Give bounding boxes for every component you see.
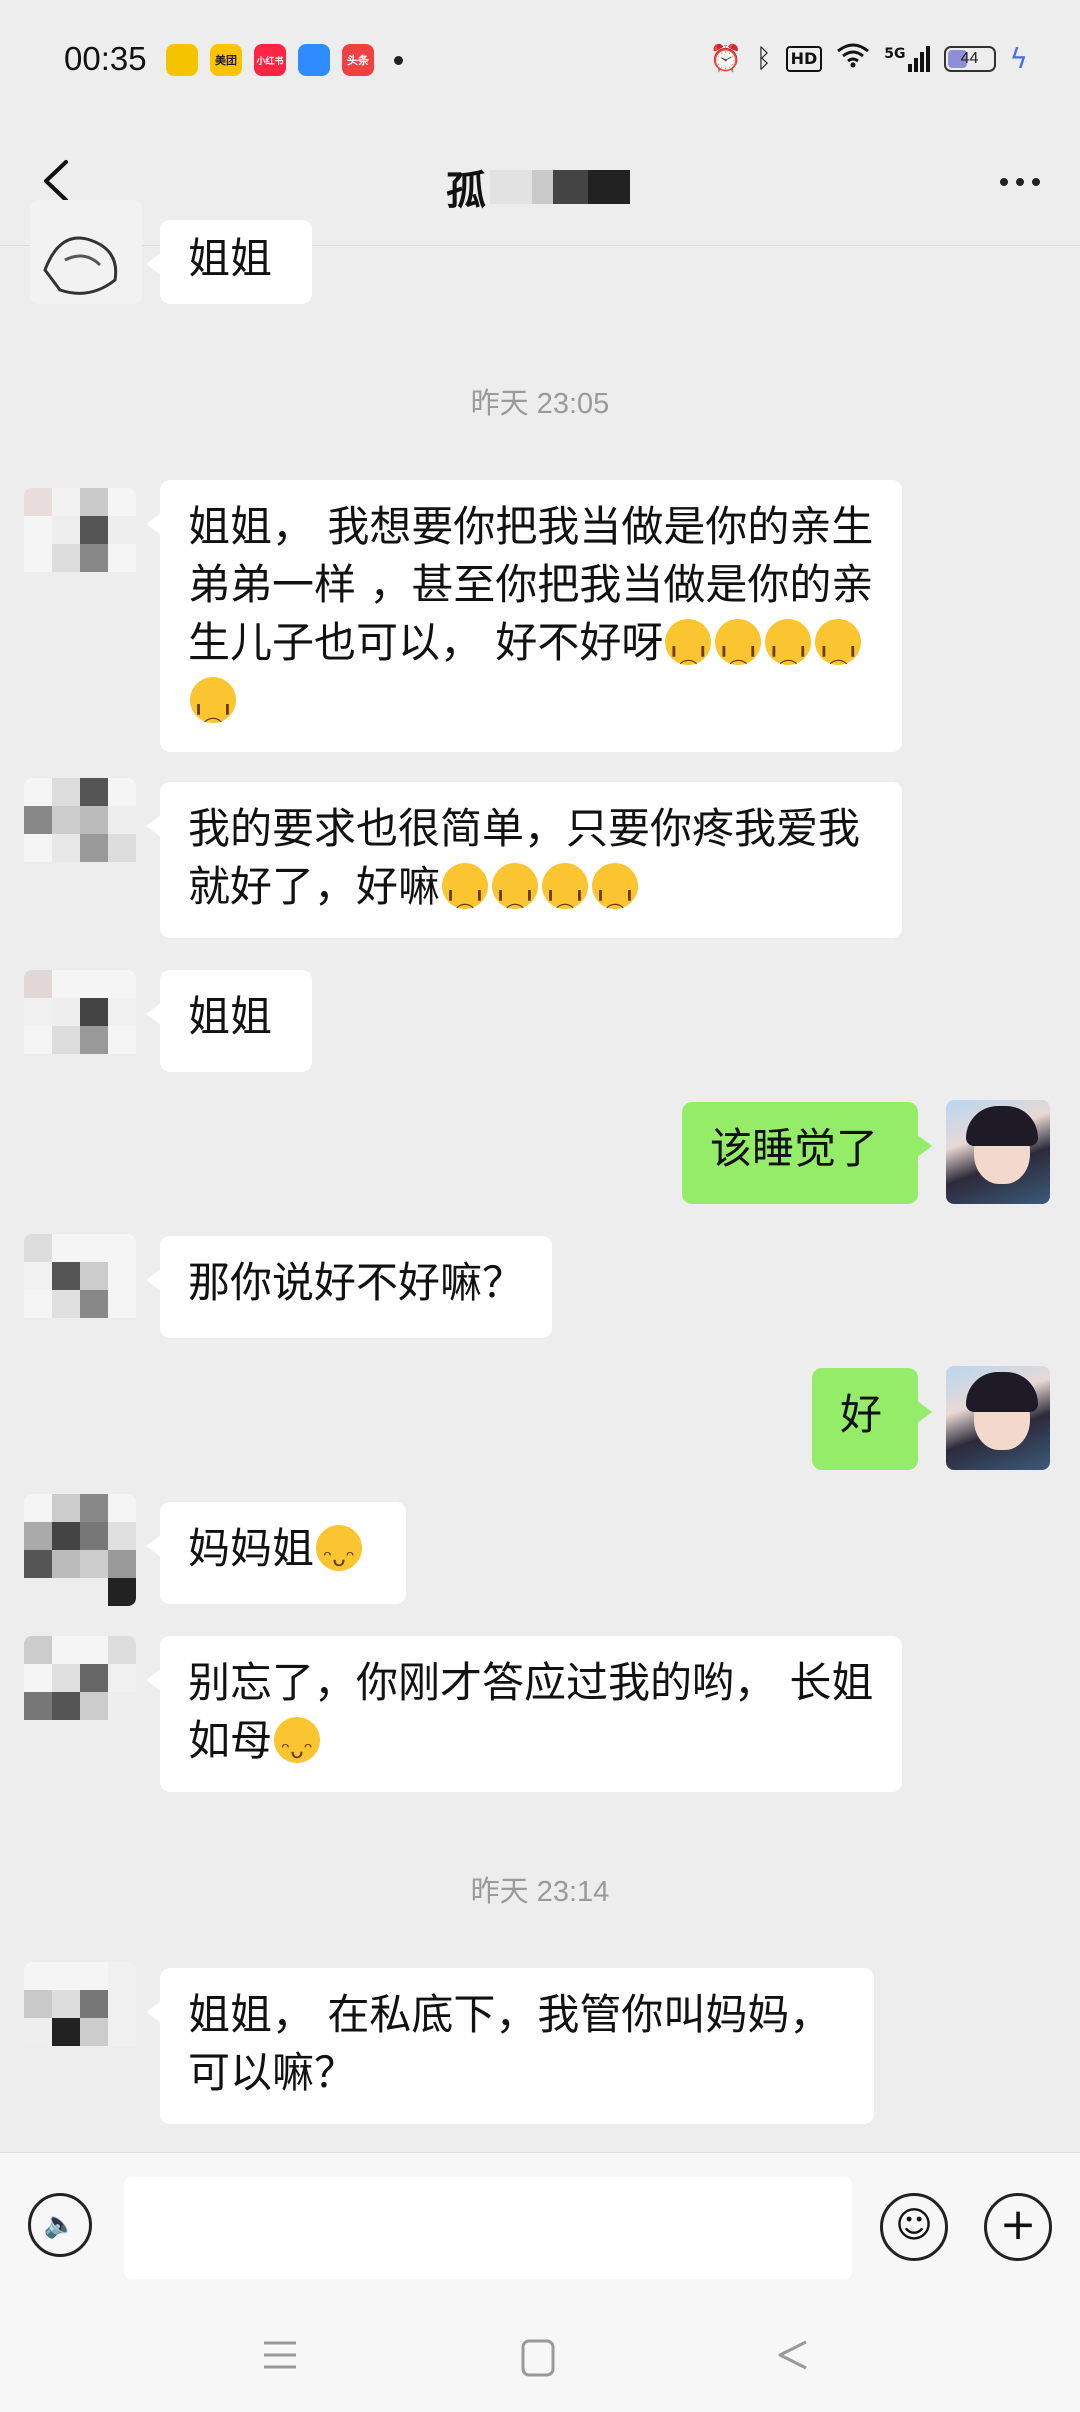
sad-emoji-icon <box>492 863 539 931</box>
user-avatar[interactable] <box>946 1100 1050 1204</box>
message-bubble-received[interactable]: 姐姐 <box>146 220 312 304</box>
chevron-left-icon <box>44 160 68 202</box>
timestamp: 昨天 23:05 <box>470 388 610 420</box>
contact-avatar[interactable] <box>24 1234 136 1346</box>
message-text: 那你说好不好嘛？ <box>188 1258 525 1307</box>
sad-emoji-icon <box>815 619 862 687</box>
message-bubble-received[interactable]: 妈妈姐 <box>146 1502 406 1604</box>
wifi-icon <box>836 42 870 75</box>
bluetooth-icon: ᛒ <box>756 43 772 74</box>
sad-emoji-icon <box>442 863 489 931</box>
redacted-name-block <box>490 170 630 204</box>
back-button[interactable] <box>36 156 76 206</box>
home-icon <box>521 2339 555 2377</box>
contact-avatar[interactable] <box>24 1962 136 2074</box>
contact-avatar[interactable] <box>24 1636 136 1748</box>
toutiao-app-icon: 头条 <box>342 44 374 76</box>
recent-apps-button[interactable] <box>262 2338 298 2381</box>
browser-app-icon <box>298 44 330 76</box>
more-notifications-dot-icon <box>394 55 403 65</box>
sad-emoji-icon <box>715 619 762 687</box>
message-input[interactable] <box>124 2177 852 2279</box>
message-bubble-received[interactable]: 姐姐， 我想要你把我当做是你的亲生弟弟一样 ，甚至你把我当做是你的亲生儿子也可以… <box>146 480 902 752</box>
contact-avatar[interactable] <box>30 200 142 304</box>
more-options-button[interactable] <box>1000 178 1040 186</box>
message-text: 姐姐 <box>188 992 273 1041</box>
meituan-app-icon: 美团 <box>210 44 242 76</box>
message-bubble-sent[interactable]: 好 <box>812 1368 932 1470</box>
smile-emoji-icon <box>274 1717 321 1781</box>
message-text: 妈妈姐 <box>188 1524 315 1573</box>
plus-icon: + <box>999 2199 1037 2250</box>
home-button[interactable] <box>520 2338 556 2387</box>
message-bubble-received[interactable]: 姐姐， 在私底下，我管你叫妈妈，可以嘛？ <box>146 1968 874 2124</box>
more-actions-button[interactable]: + <box>984 2193 1052 2261</box>
user-avatar[interactable] <box>946 1366 1050 1470</box>
message-bubble-sent[interactable]: 该睡觉了 <box>682 1102 932 1204</box>
chat-title: 孤 <box>446 168 486 214</box>
menu-icon <box>264 2341 296 2369</box>
battery-icon: 44 <box>943 45 996 72</box>
triangle-back-icon <box>778 2340 807 2370</box>
message-text: 姐姐， 在私底下，我管你叫妈妈，可以嘛？ <box>188 1990 832 2097</box>
message-text: 该睡觉了 <box>710 1124 879 1173</box>
system-icons: ⏰ ᛒ HD 5G 44 ϟ <box>710 42 1028 75</box>
smiley-icon: ☺ <box>895 2205 933 2246</box>
charging-icon: ϟ <box>1009 42 1028 75</box>
contact-avatar[interactable] <box>24 778 136 890</box>
hd-icon: HD <box>785 45 823 72</box>
sad-emoji-icon <box>765 619 812 687</box>
more-dots-icon <box>1000 178 1008 186</box>
back-nav-button[interactable] <box>776 2338 810 2381</box>
battery-level: 44 <box>960 49 979 67</box>
bee-app-icon <box>166 44 198 76</box>
timestamp: 昨天 23:14 <box>470 1876 610 1908</box>
sad-emoji-icon <box>542 863 589 931</box>
sad-emoji-icon <box>592 863 639 931</box>
status-time: 00:35 <box>64 40 147 77</box>
contact-avatar[interactable] <box>24 1494 136 1606</box>
message-bubble-received[interactable]: 那你说好不好嘛？ <box>146 1236 552 1338</box>
message-bubble-received[interactable]: 姐姐 <box>146 970 312 1072</box>
network-type-label: 5G <box>884 45 906 62</box>
message-bubble-received[interactable]: 我的要求也很简单，只要你疼我爱我就好了，好嘛 <box>146 782 902 938</box>
voice-icon: 🔈 <box>43 2210 77 2240</box>
alarm-icon: ⏰ <box>709 43 742 74</box>
message-text: 好 <box>840 1390 883 1439</box>
system-navigation-bar <box>0 2302 1080 2412</box>
message-text: 姐姐 <box>188 234 273 283</box>
message-bubble-received[interactable]: 别忘了，你刚才答应过我的哟， 长姐如母 <box>146 1636 902 1792</box>
contact-avatar[interactable] <box>24 970 136 1082</box>
smile-emoji-icon <box>316 1525 363 1589</box>
sad-emoji-icon <box>190 677 236 745</box>
voice-input-button[interactable]: 🔈 <box>28 2193 92 2257</box>
emoji-button[interactable]: ☺ <box>880 2193 948 2261</box>
sad-emoji-icon <box>665 619 712 687</box>
notification-icons: 美团 小红书 头条 <box>166 44 403 76</box>
xiaohongshu-app-icon: 小红书 <box>254 44 286 76</box>
contact-avatar[interactable] <box>24 488 136 600</box>
cellular-signal-icon: 5G <box>884 45 930 72</box>
status-bar: 00:35 美团 小红书 头条 ⏰ ᛒ HD 5G 44 ϟ <box>0 0 1080 120</box>
chat-input-bar: 🔈 ☺ + <box>0 2152 1080 2303</box>
